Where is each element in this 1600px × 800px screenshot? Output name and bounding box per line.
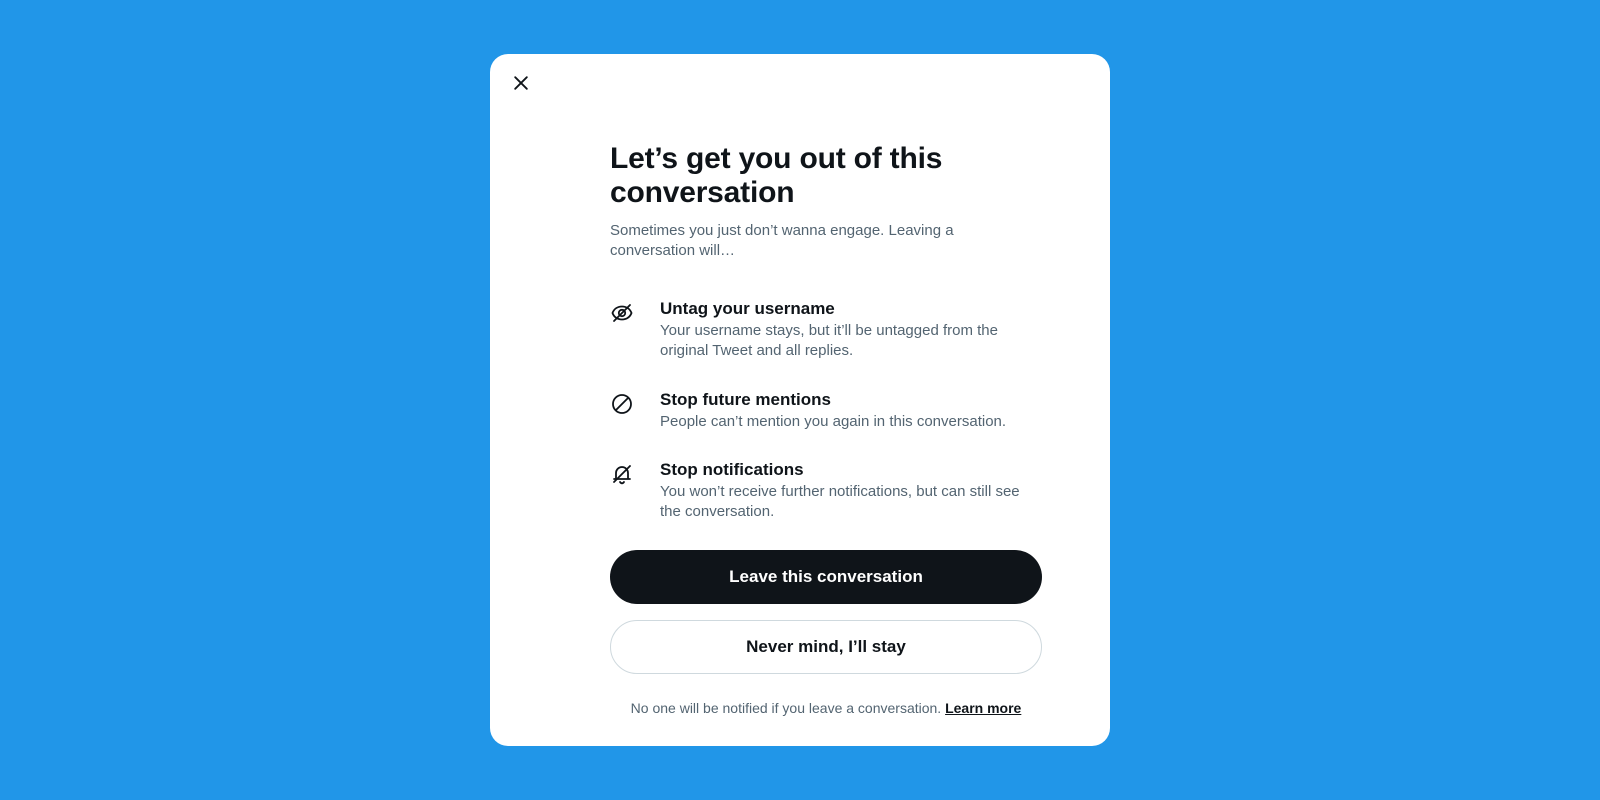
modal-title: Let’s get you out of this conversation bbox=[610, 142, 1042, 211]
leave-button[interactable]: Leave this conversation bbox=[610, 550, 1042, 604]
close-icon bbox=[511, 73, 531, 96]
learn-more-link[interactable]: Learn more bbox=[945, 700, 1021, 716]
footer-text: No one will be notified if you leave a c… bbox=[631, 700, 945, 716]
feature-item-notifications: Stop notifications You won’t receive fur… bbox=[610, 460, 1042, 523]
item-desc: You won’t receive further notifications,… bbox=[660, 482, 1020, 523]
modal-footer: No one will be notified if you leave a c… bbox=[610, 700, 1042, 716]
item-desc: People can’t mention you again in this c… bbox=[660, 412, 1020, 432]
modal-subtitle: Sometimes you just don’t wanna engage. L… bbox=[610, 221, 990, 262]
eye-off-icon bbox=[610, 301, 634, 325]
block-icon bbox=[610, 392, 634, 416]
bell-off-icon bbox=[610, 462, 634, 486]
item-title: Untag your username bbox=[660, 299, 1042, 319]
feature-item-mentions: Stop future mentions People can’t mentio… bbox=[610, 390, 1042, 432]
item-desc: Your username stays, but it’ll be untagg… bbox=[660, 321, 1020, 362]
item-title: Stop notifications bbox=[660, 460, 1042, 480]
close-button[interactable] bbox=[504, 68, 538, 102]
feature-item-untag: Untag your username Your username stays,… bbox=[610, 299, 1042, 362]
leave-conversation-modal: Let’s get you out of this conversation S… bbox=[490, 54, 1110, 747]
item-title: Stop future mentions bbox=[660, 390, 1042, 410]
stay-button[interactable]: Never mind, I’ll stay bbox=[610, 620, 1042, 674]
